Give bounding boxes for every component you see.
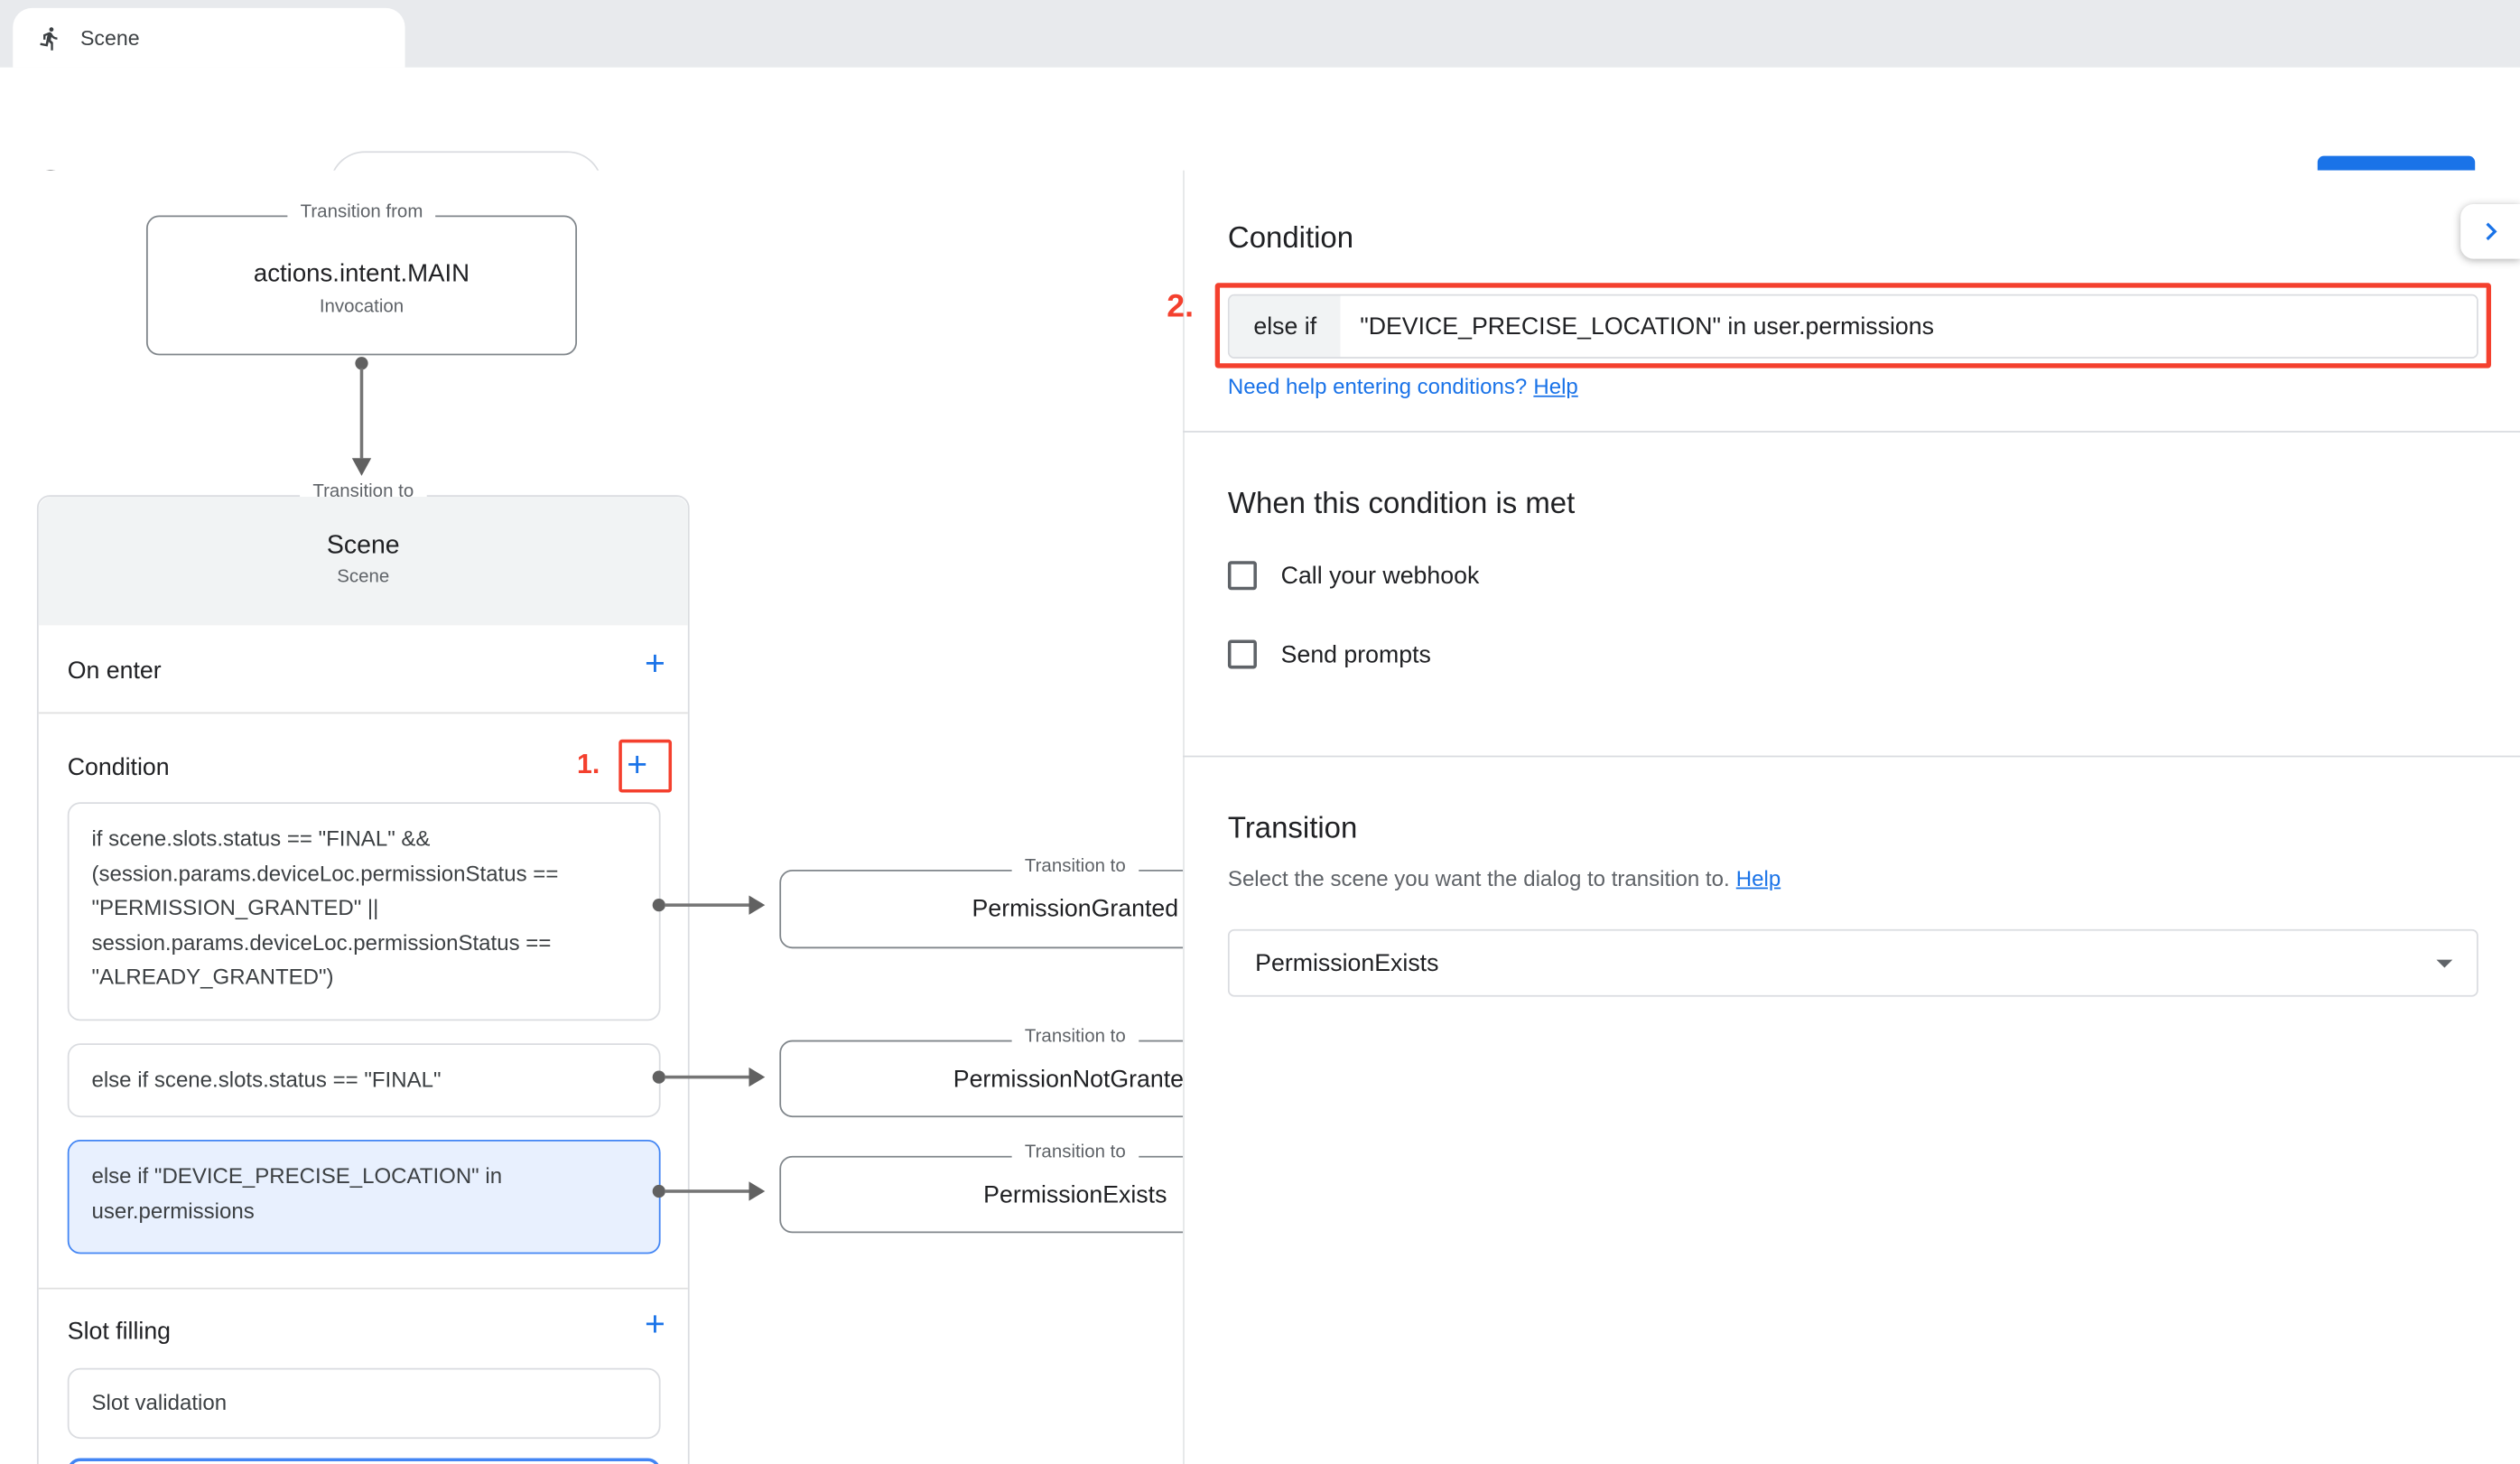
divider: [39, 713, 688, 714]
conditions-help-line: Need help entering conditions?Help: [1228, 375, 1578, 399]
transition-description-text: Select the scene you want the dialog to …: [1228, 866, 1730, 891]
partial-next-item[interactable]: [68, 1458, 661, 1464]
condition-text: else if "DEVICE_PRECISE_LOCATION" in use…: [91, 1159, 636, 1228]
slot-validation-item[interactable]: Slot validation: [68, 1368, 661, 1439]
target-scene-name: PermissionGranted: [972, 895, 1179, 922]
slot-validation-label: Slot validation: [91, 1386, 227, 1421]
connector-arrowhead-icon: [749, 1181, 765, 1200]
scene-node-header[interactable]: Scene Scene: [39, 497, 688, 625]
transition-description: Select the scene you want the dialog to …: [1228, 866, 1781, 891]
transition-scene-value: PermissionExists: [1255, 949, 2425, 976]
connector-arrowhead-icon: [749, 895, 765, 914]
condition-item-selected[interactable]: else if "DEVICE_PRECISE_LOCATION" in use…: [68, 1140, 661, 1254]
actions-console-page: Scene Scene English Cancel Save: [0, 0, 2520, 1464]
target-scene-name: PermissionExists: [983, 1180, 1167, 1208]
condition-item[interactable]: if scene.slots.status == "FINAL" && (ses…: [68, 802, 661, 1021]
intent-name: actions.intent.MAIN: [148, 260, 575, 289]
transition-from-node[interactable]: Transition from actions.intent.MAIN Invo…: [146, 216, 577, 356]
scene-node-title: Scene: [39, 532, 688, 561]
condition-text: if scene.slots.status == "FINAL" && (ses…: [91, 822, 561, 994]
conditions-help-link[interactable]: Help: [1533, 375, 1577, 399]
connector-dot: [653, 899, 665, 911]
scene-node: Transition to Scene Scene On enter + Con…: [37, 495, 690, 1464]
send-prompts-checkbox[interactable]: [1228, 639, 1257, 668]
plus-icon: +: [627, 744, 647, 785]
condition-item[interactable]: else if scene.slots.status == "FINAL": [68, 1043, 661, 1117]
condition-heading: Condition: [1228, 220, 1353, 256]
condition-prefix-chip: else if: [1230, 296, 1341, 358]
annotation-step-2: 2.: [1167, 289, 1194, 326]
condition-expression-input[interactable]: [1341, 296, 2477, 358]
transition-help-link[interactable]: Help: [1736, 866, 1781, 891]
when-met-heading: When this condition is met: [1228, 486, 1575, 521]
on-enter-section-label: On enter: [68, 657, 162, 685]
transition-to-label: Transition to: [1012, 1143, 1139, 1162]
add-condition-button[interactable]: +: [627, 748, 647, 783]
webhook-label: Call your webhook: [1281, 562, 1480, 589]
add-slot-button[interactable]: +: [645, 1307, 665, 1342]
intent-type: Invocation: [148, 297, 575, 316]
condition-section-label: Condition: [68, 754, 170, 781]
connector-line: [665, 1076, 749, 1079]
assistant-run-icon: [37, 25, 62, 51]
annotation-step-1: 1.: [577, 749, 600, 781]
plus-icon: +: [645, 643, 665, 684]
send-prompts-option-row: Send prompts: [1228, 639, 1431, 668]
add-on-enter-button[interactable]: +: [645, 647, 665, 682]
select-caret-icon: [2425, 944, 2464, 983]
transition-scene-select[interactable]: PermissionExists: [1228, 929, 2478, 997]
target-scene-name: PermissionNotGranted: [953, 1065, 1197, 1092]
condition-text: else if scene.slots.status == "FINAL": [91, 1063, 441, 1097]
connector-dot: [653, 1185, 665, 1198]
transition-heading: Transition: [1228, 810, 1357, 845]
transition-to-label: Transition to: [1012, 857, 1139, 876]
condition-editor: else if: [1228, 294, 2478, 359]
collapse-panel-button[interactable]: [2460, 204, 2520, 259]
tab-title: Scene: [80, 25, 140, 50]
webhook-checkbox[interactable]: [1228, 561, 1257, 590]
connector-line: [665, 1189, 749, 1193]
divider: [1183, 431, 2520, 433]
transition-to-label: Transition to: [1012, 1027, 1139, 1046]
connector-dot: [653, 1070, 665, 1083]
divider: [39, 1288, 688, 1290]
connector-arrowhead-icon: [749, 1068, 765, 1086]
slot-filling-section-label: Slot filling: [68, 1319, 171, 1346]
webhook-option-row: Call your webhook: [1228, 561, 1479, 590]
transition-from-label: Transition from: [287, 202, 435, 221]
connector-line: [360, 368, 364, 459]
help-prompt-text: Need help entering conditions?: [1228, 375, 1527, 399]
divider: [1183, 756, 2520, 758]
plus-icon: +: [645, 1304, 665, 1345]
tab-strip: Scene: [0, 0, 2520, 68]
chevron-right-icon: [2473, 214, 2508, 249]
page-header: Scene English Cancel Save: [0, 68, 2520, 171]
screenshot-root: Scene Scene English Cancel Save: [0, 0, 2520, 1464]
condition-editor-panel: Condition 2. else if Need help entering …: [1183, 171, 2520, 1464]
scene-tab[interactable]: Scene: [13, 8, 405, 68]
scene-node-subtitle: Scene: [39, 567, 688, 586]
connector-arrowhead-icon: [352, 458, 371, 476]
send-prompts-label: Send prompts: [1281, 640, 1431, 667]
connector-line: [665, 903, 749, 907]
